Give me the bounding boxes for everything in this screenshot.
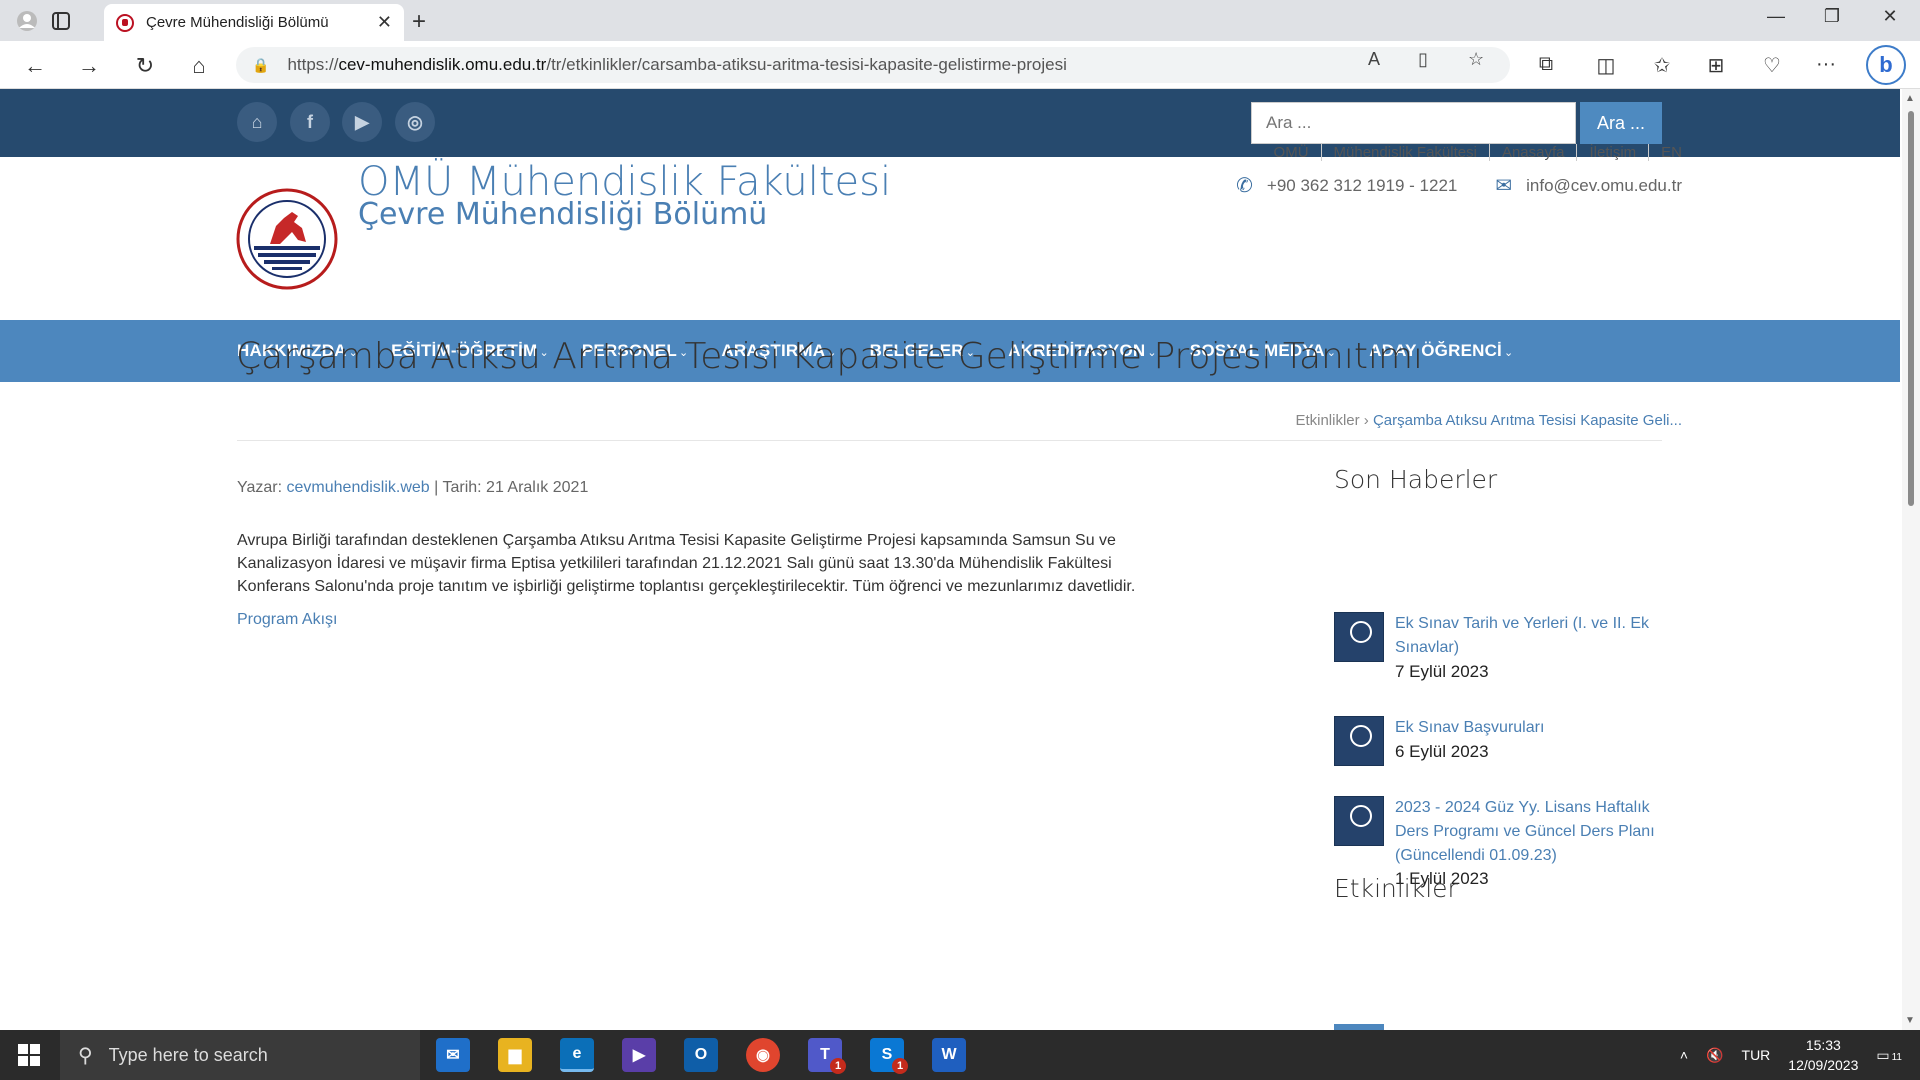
performance-icon[interactable]: ♡ bbox=[1758, 53, 1786, 78]
file-explorer-icon[interactable]: ▆ bbox=[498, 1038, 532, 1072]
search-icon: ⚲ bbox=[78, 1044, 93, 1067]
mail-app-icon[interactable]: ✉ bbox=[436, 1038, 470, 1072]
browser-tab-bar: Çevre Mühendisliği Bölümü ✕ + — ❐ ✕ bbox=[0, 0, 1920, 41]
phone-number: +90 362 312 1919 - 1221 bbox=[1266, 175, 1458, 195]
clock[interactable]: 15:33 12/09/2023 bbox=[1788, 1035, 1858, 1075]
scroll-down-icon[interactable]: ▼ bbox=[1905, 1015, 1915, 1026]
top-link-home[interactable]: Anasayfa bbox=[1490, 144, 1578, 161]
lock-icon[interactable]: 🔒 bbox=[252, 57, 269, 74]
browser-tab[interactable]: Çevre Mühendisliği Bölümü ✕ bbox=[104, 4, 404, 41]
tab-title: Çevre Mühendisliği Bölümü bbox=[146, 14, 329, 31]
events-heading: Etkinlikler bbox=[1334, 874, 1458, 903]
email-address[interactable]: info@cev.omu.edu.tr bbox=[1526, 176, 1682, 196]
scroll-up-icon[interactable]: ▲ bbox=[1905, 93, 1915, 104]
read-aloud-icon[interactable]: A bbox=[1368, 49, 1380, 70]
phone-icon: ✆ bbox=[1236, 175, 1253, 197]
author-label: Yazar: bbox=[237, 479, 283, 496]
chevron-down-icon: ⌄ bbox=[1503, 347, 1514, 359]
article-body: Avrupa Birliği tarafından desteklenen Ça… bbox=[237, 532, 1136, 595]
taskbar-search-placeholder: Type here to search bbox=[108, 1044, 268, 1065]
news-thumbnail[interactable] bbox=[1334, 612, 1384, 662]
page-scrollbar[interactable]: ▲ ▼ bbox=[1902, 89, 1920, 1030]
news-date: 7 Eylül 2023 bbox=[1395, 662, 1489, 681]
word-icon[interactable]: W bbox=[932, 1038, 966, 1072]
profile-icon[interactable] bbox=[14, 8, 40, 34]
favorites-icon[interactable]: ✩ bbox=[1648, 53, 1676, 78]
bing-copilot-icon[interactable]: b bbox=[1866, 45, 1906, 85]
address-bar[interactable]: 🔒 https://cev-muhendislik.omu.edu.tr/tr/… bbox=[236, 47, 1510, 83]
close-window-icon[interactable]: ✕ bbox=[1870, 6, 1910, 27]
url-text: https://cev-muhendislik.omu.edu.tr/tr/et… bbox=[287, 55, 1067, 74]
clock-time: 15:33 bbox=[1805, 1037, 1841, 1053]
taskbar-search[interactable]: ⚲ Type here to search bbox=[60, 1030, 420, 1080]
breadcrumb-separator-icon: › bbox=[1363, 412, 1373, 429]
facebook-icon[interactable]: f bbox=[290, 102, 330, 142]
home-icon[interactable]: ⌂ bbox=[184, 51, 214, 81]
page-title: Çarşamba Atıksu Arıtma Tesisi Kapasite G… bbox=[236, 336, 1424, 377]
outlook-icon[interactable]: O bbox=[684, 1038, 718, 1072]
extensions-icon[interactable]: ⧉ bbox=[1532, 53, 1560, 76]
breadcrumb-current[interactable]: Çarşamba Atıksu Arıtma Tesisi Kapasite G… bbox=[1373, 412, 1682, 429]
top-links: OMÜ Mühendislik Fakültesi Anasayfa İleti… bbox=[1262, 144, 1682, 161]
notification-center-icon[interactable]: ▭ 11 bbox=[1876, 1047, 1902, 1064]
collections-icon[interactable]: ⊞ bbox=[1702, 53, 1730, 78]
forward-icon[interactable]: → bbox=[74, 51, 104, 81]
breadcrumb-parent[interactable]: Etkinlikler bbox=[1295, 412, 1359, 429]
minimize-icon[interactable]: — bbox=[1756, 6, 1796, 27]
news-title[interactable]: Ek Sınav Tarih ve Yerleri (I. ve II. Ek … bbox=[1395, 612, 1660, 660]
back-icon[interactable]: ← bbox=[20, 51, 50, 81]
tab-actions-icon[interactable] bbox=[48, 8, 74, 34]
instagram-icon[interactable]: ◎ bbox=[395, 102, 435, 142]
top-link-contact[interactable]: İletişim bbox=[1577, 144, 1650, 161]
system-tray: ˄ 🔇 TUR 15:33 12/09/2023 ▭ 11 bbox=[1680, 1030, 1920, 1080]
news-date: 6 Eylül 2023 bbox=[1395, 742, 1489, 761]
show-hidden-icons-icon[interactable]: ˄ bbox=[1680, 1047, 1688, 1063]
title-divider bbox=[237, 440, 1662, 441]
more-menu-icon[interactable]: ··· bbox=[1812, 53, 1840, 76]
news-title[interactable]: Ek Sınav Başvuruları bbox=[1395, 716, 1660, 740]
email-icon: ✉ bbox=[1495, 175, 1513, 197]
omu-logo[interactable] bbox=[236, 188, 338, 290]
top-link-faculty[interactable]: Mühendislik Fakültesi bbox=[1322, 144, 1490, 161]
clock-date: 12/09/2023 bbox=[1788, 1057, 1859, 1073]
new-tab-icon[interactable]: + bbox=[412, 8, 426, 36]
scrollbar-thumb[interactable] bbox=[1908, 111, 1914, 506]
program-link[interactable]: Program Akışı bbox=[237, 611, 337, 629]
article-date: | Tarih: 21 Aralık 2021 bbox=[434, 479, 589, 496]
input-language[interactable]: TUR bbox=[1742, 1047, 1771, 1063]
windows-taskbar: ⚲ Type here to search ✉ ▆ e ▶ O ◉ T1 S1 … bbox=[0, 1030, 1920, 1080]
department-title[interactable]: Çevre Mühendisliği Bölümü bbox=[358, 197, 767, 232]
breadcrumb: Etkinlikler › Çarşamba Atıksu Arıtma Tes… bbox=[1295, 412, 1682, 429]
article-meta: Yazar: cevmuhendislik.web | Tarih: 21 Ar… bbox=[237, 479, 588, 497]
chrome-icon[interactable]: ◉ bbox=[746, 1038, 780, 1072]
skype-icon[interactable]: S1 bbox=[870, 1038, 908, 1074]
author-link[interactable]: cevmuhendislik.web bbox=[287, 479, 430, 496]
contact-info: ✆ +90 362 312 1919 - 1221 ✉ info@cev.omu… bbox=[1236, 173, 1682, 198]
site-favicon-icon bbox=[116, 13, 134, 32]
media-app-icon[interactable]: ▶ bbox=[622, 1038, 656, 1072]
refresh-icon[interactable]: ↻ bbox=[130, 51, 160, 81]
home-social-icon[interactable]: ⌂ bbox=[237, 102, 277, 142]
page-viewport: ⌂ f ▶ ◎ Ara ... OMÜ Mühendislik Fakültes… bbox=[0, 89, 1920, 1030]
news-thumbnail[interactable] bbox=[1334, 796, 1384, 846]
youtube-icon[interactable]: ▶ bbox=[342, 102, 382, 142]
teams-icon[interactable]: T1 bbox=[808, 1038, 846, 1074]
favorite-star-icon[interactable]: ☆ bbox=[1468, 49, 1484, 70]
windows-start-icon[interactable] bbox=[18, 1044, 40, 1066]
site-search-input[interactable] bbox=[1251, 102, 1576, 144]
notification-count: 11 bbox=[1891, 1051, 1902, 1063]
volume-muted-icon[interactable]: 🔇 bbox=[1706, 1047, 1723, 1064]
news-thumbnail[interactable] bbox=[1334, 716, 1384, 766]
top-link-en[interactable]: EN bbox=[1649, 144, 1682, 161]
close-tab-icon[interactable]: ✕ bbox=[377, 12, 392, 33]
split-screen-icon[interactable]: ◫ bbox=[1592, 53, 1620, 78]
edge-browser-icon[interactable]: e bbox=[560, 1038, 594, 1072]
browser-toolbar: ← → ↻ ⌂ 🔒 https://cev-muhendislik.omu.ed… bbox=[0, 41, 1920, 89]
site-search-button[interactable]: Ara ... bbox=[1580, 102, 1662, 144]
news-title[interactable]: 2023 - 2024 Güz Yy. Lisans Haftalık Ders… bbox=[1395, 796, 1660, 868]
immersive-reader-icon[interactable]: ▯ bbox=[1418, 49, 1428, 70]
top-link-omu[interactable]: OMÜ bbox=[1262, 144, 1322, 161]
restore-icon[interactable]: ❐ bbox=[1812, 6, 1852, 27]
news-heading: Son Haberler bbox=[1334, 465, 1498, 494]
